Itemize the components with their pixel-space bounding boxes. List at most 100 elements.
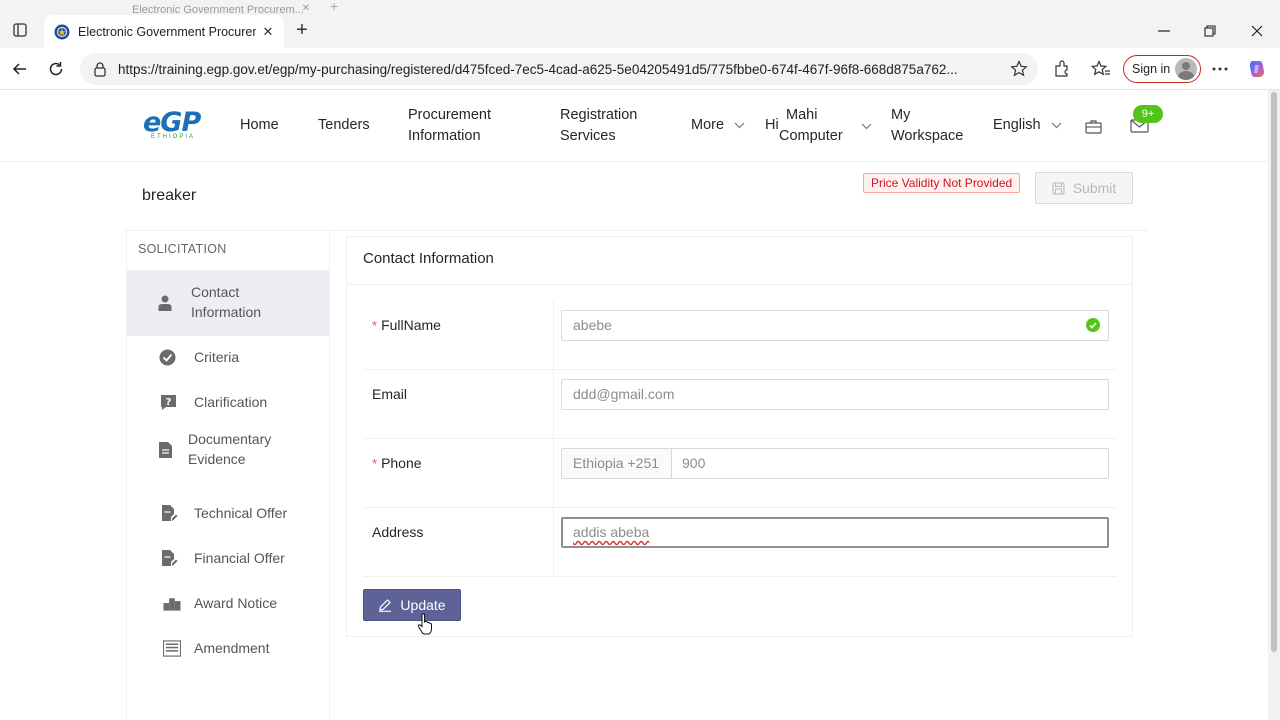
minimize-icon[interactable] [1141, 18, 1187, 44]
sidebar-label: Clarification [194, 394, 268, 410]
address-label: Address [372, 524, 424, 540]
sign-in-button[interactable]: Sign in [1123, 55, 1201, 83]
check-circle-icon [158, 348, 176, 366]
nav-registration-services[interactable]: Registration Services [560, 105, 637, 147]
solicitation-sidebar: SOLICITATION Contact Information Criteri… [126, 231, 330, 720]
nav-user-line2: Computer [779, 128, 843, 144]
label-cell: * Phone [363, 438, 554, 507]
nav-language[interactable]: English [993, 115, 1062, 136]
ghost-tab: Electronic Government Procurem... ✕ [100, 0, 320, 14]
sidebar-item-financial-offer[interactable]: Financial Offer [127, 540, 330, 576]
logo-mark: eGP [143, 107, 201, 138]
sidebar-item-clarification[interactable]: ? Clarification [127, 384, 330, 420]
user-icon [156, 294, 174, 312]
label-cell: * FullName [363, 300, 554, 369]
nav-language-label: English [993, 117, 1041, 133]
label-cell: Address [363, 507, 554, 576]
copilot-icon[interactable] [1247, 59, 1267, 79]
question-icon: ? [159, 393, 177, 411]
window-close-icon[interactable] [1234, 18, 1280, 44]
favorites-icon[interactable] [1091, 59, 1111, 79]
submit-button[interactable]: Submit [1035, 172, 1133, 204]
scrollbar-thumb[interactable] [1271, 92, 1277, 652]
new-tab-icon[interactable]: + [290, 19, 314, 43]
page-title: breaker [142, 187, 197, 204]
site-header: eGP ETHIOPIA Home Tenders Procurement In… [0, 90, 1268, 162]
sidebar-item-documentary-evidence[interactable]: Documentary Evidence [127, 429, 330, 471]
egp-logo[interactable]: eGP ETHIOPIA [143, 107, 203, 142]
edit-icon [379, 599, 392, 612]
file-edit-icon [160, 549, 178, 567]
phone-country-code[interactable]: Ethiopia +251 [561, 448, 671, 479]
omnibox[interactable]: https://training.egp.gov.et/egp/my-purch… [80, 53, 1038, 85]
nav-more-label: More [691, 117, 725, 133]
save-icon [1052, 181, 1065, 195]
chevron-down-icon [734, 122, 745, 129]
nav-home[interactable]: Home [240, 115, 279, 136]
tab-actions-icon[interactable] [10, 20, 30, 40]
ghost-new-tab-icon: + [330, 0, 339, 14]
nav-user-menu[interactable]: Mahi Computer [779, 105, 843, 147]
nav-user-line1: Mahi [786, 107, 818, 123]
ghost-tab-title: Electronic Government Procurem... [132, 4, 304, 14]
check-success-icon [1086, 318, 1100, 332]
svg-text:?: ? [165, 397, 171, 408]
site-info-icon[interactable] [92, 61, 108, 77]
nav-more[interactable]: More [691, 115, 745, 136]
podium-icon [163, 594, 181, 612]
tab-close-icon[interactable]: ✕ [260, 24, 276, 40]
sidebar-item-technical-offer[interactable]: Technical Offer [127, 495, 330, 531]
page-scrollbar[interactable] [1268, 90, 1280, 720]
form-row-email: Email ddd@gmail.com [363, 369, 1117, 439]
fullname-input[interactable]: abebe [561, 310, 1109, 341]
phone-input[interactable]: 900 [671, 448, 1109, 479]
briefcase-icon[interactable] [1083, 116, 1103, 136]
sidebar-item-amendment[interactable]: Amendment [127, 630, 330, 666]
extensions-icon[interactable] [1052, 59, 1072, 79]
sidebar-heading: SOLICITATION [138, 242, 227, 256]
user-chevron-down-icon[interactable] [861, 123, 872, 130]
sidebar-label-line1: Documentary [188, 431, 272, 447]
form-row-address: Address addis abeba [363, 507, 1117, 577]
address-input[interactable]: addis abeba [561, 517, 1109, 548]
active-tab[interactable]: Electronic Government Procurem ✕ [44, 15, 284, 48]
nav-my-workspace[interactable]: My Workspace [891, 105, 963, 147]
back-icon[interactable] [8, 57, 32, 81]
nav-procurement-line2: Information [408, 128, 481, 144]
sidebar-item-contact-information[interactable]: Contact Information [127, 270, 330, 336]
email-field[interactable]: ddd@gmail.com [561, 379, 1109, 410]
file-icon [157, 441, 175, 459]
address-bar-row: https://training.egp.gov.et/egp/my-purch… [0, 48, 1280, 90]
notification-badge: 9+ [1133, 105, 1163, 123]
refresh-icon[interactable] [44, 57, 68, 81]
favorite-star-icon[interactable] [1010, 60, 1028, 78]
profile-avatar-icon [1175, 58, 1197, 80]
nav-registration-line1: Registration [560, 107, 638, 123]
sidebar-label-line1: Contact [191, 284, 240, 300]
sidebar-label-line2: Evidence [188, 451, 246, 467]
restore-icon[interactable] [1187, 18, 1233, 44]
sidebar-label: Technical Offer [194, 505, 288, 521]
sidebar-label: Amendment [194, 640, 270, 656]
list-icon [163, 639, 181, 657]
phone-label: * Phone [372, 455, 422, 471]
update-label: Update [400, 597, 446, 613]
nav-procurement-line1: Procurement [408, 107, 492, 123]
label-cell: Email [363, 369, 554, 438]
contact-information-card: Contact Information * FullName abebe Emai… [346, 236, 1133, 637]
form-row-fullname: * FullName abebe [363, 300, 1117, 370]
settings-more-icon[interactable] [1210, 59, 1230, 79]
nav-registration-line2: Services [560, 128, 616, 144]
favicon-icon [54, 24, 70, 39]
sidebar-label: Financial Offer [194, 550, 285, 566]
nav-procurement-information[interactable]: Procurement Information [408, 105, 491, 147]
required-marker: * [372, 456, 378, 471]
update-button[interactable]: Update [363, 589, 461, 621]
sidebar-label: Criteria [194, 349, 240, 365]
sidebar-item-award-notice[interactable]: Award Notice [127, 585, 330, 621]
nav-workspace-line2: Workspace [891, 128, 964, 144]
url-text[interactable]: https://training.egp.gov.et/egp/my-purch… [118, 62, 998, 77]
page: eGP ETHIOPIA Home Tenders Procurement In… [0, 90, 1268, 720]
sidebar-item-criteria[interactable]: Criteria [127, 339, 330, 375]
nav-tenders[interactable]: Tenders [318, 115, 370, 136]
